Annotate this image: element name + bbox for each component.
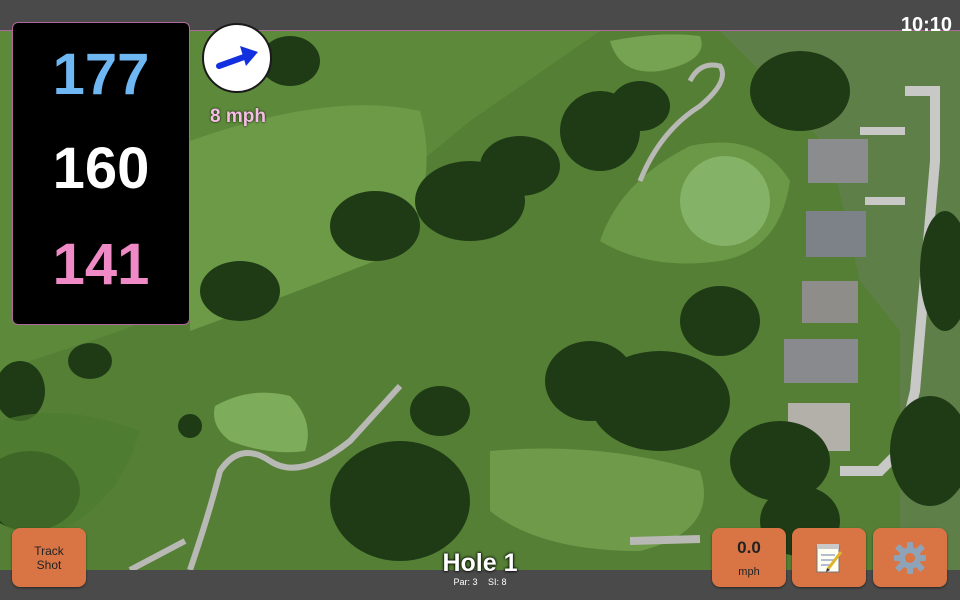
wind-indicator (202, 23, 272, 93)
hole-par: Par: 3 (453, 577, 478, 587)
hole-title: Hole 1 (442, 549, 518, 577)
gear-icon (894, 541, 926, 574)
hole-info: Par: 3 SI: 8 (380, 577, 580, 587)
distance-back: 177 (52, 42, 150, 107)
track-shot-label: Track Shot (34, 543, 64, 572)
settings-button[interactable] (873, 528, 947, 587)
wind-speed: 8 mph (210, 106, 266, 127)
arrow-right-up-icon (216, 46, 258, 69)
speed-unit: mph (738, 566, 760, 578)
clock: 10:10 (900, 14, 952, 36)
distance-middle: 160 (52, 136, 150, 201)
speed-value: 0.0 (737, 538, 761, 557)
distance-front: 141 (52, 232, 150, 297)
hole-stroke-index: SI: 8 (488, 577, 507, 587)
notepad-icon (816, 543, 843, 572)
track-shot-button[interactable]: Track Shot (12, 528, 86, 587)
speed-button[interactable]: 0.0 mph (712, 528, 786, 587)
scorecard-button[interactable] (792, 528, 866, 587)
distance-panel: 177 160 141 (12, 22, 190, 325)
